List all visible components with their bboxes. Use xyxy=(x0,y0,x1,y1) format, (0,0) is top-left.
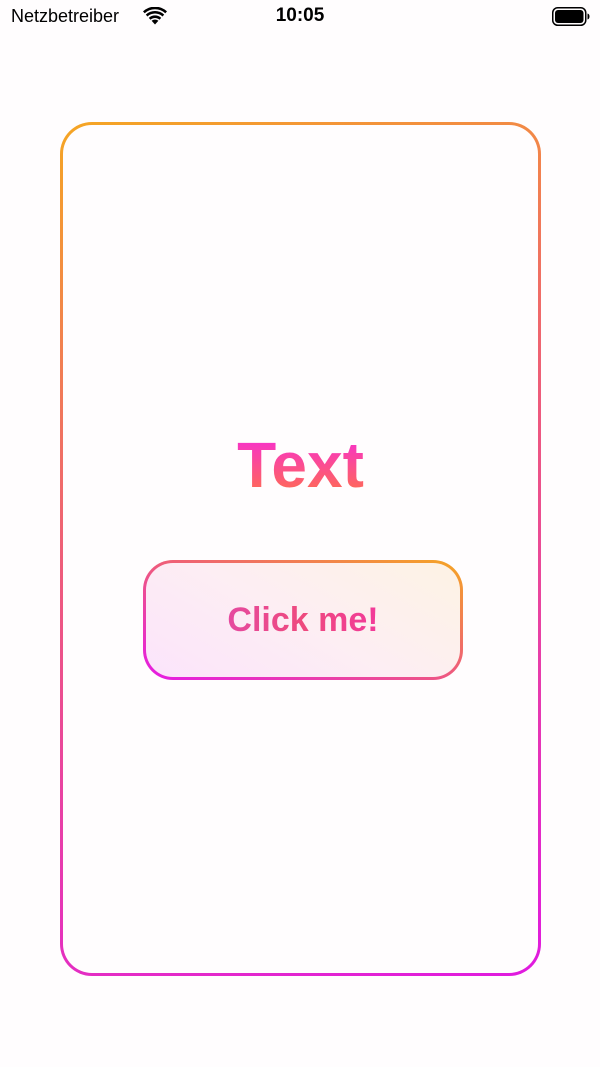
click-me-button-label: Click me! xyxy=(227,600,379,639)
click-me-button[interactable]: Click me! xyxy=(143,560,463,680)
status-time: 10:05 xyxy=(275,5,325,26)
card-content: Text Click me! xyxy=(63,125,538,973)
app-screen: Netzbetreiber 10:05 Text Click me! xyxy=(0,0,600,1067)
click-me-button-surface[interactable]: Click me! xyxy=(146,563,460,677)
gradient-border-card: Text Click me! xyxy=(60,122,541,976)
status-bar: Netzbetreiber 10:05 xyxy=(0,0,600,34)
card-title: Text xyxy=(63,433,538,497)
battery-full-icon xyxy=(552,7,590,26)
